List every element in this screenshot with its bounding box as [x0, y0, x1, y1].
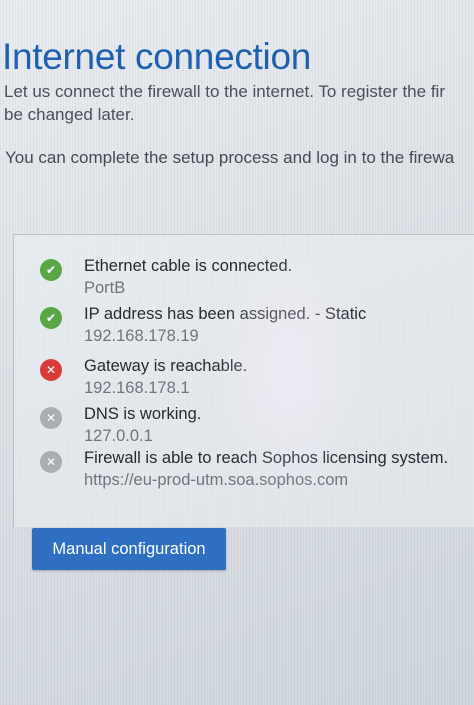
status-check-ip-address: ✔ IP address has been assigned. - Static…: [40, 305, 474, 353]
check-detail: https://eu-prod-utm.soa.sophos.com: [84, 471, 349, 489]
status-check-dns: ✕ DNS is working. 127.0.0.1: [40, 405, 474, 453]
x-icon: ✕: [40, 407, 62, 429]
setup-instructions: You can complete the setup process and l…: [5, 148, 455, 167]
intro-line-1: Let us connect the firewall to the inter…: [4, 82, 445, 101]
check-label: Firewall is able to reach Sophos licensi…: [84, 449, 449, 467]
check-detail: 127.0.0.1: [84, 427, 153, 445]
check-icon: ✔: [40, 307, 62, 329]
manual-configuration-button[interactable]: Manual configuration: [32, 528, 226, 570]
check-label: Gateway is reachable.: [84, 357, 248, 375]
connection-status-panel: ✔ Ethernet cable is connected. PortB ✔ I…: [13, 234, 474, 527]
check-label: IP address has been assigned. - Static: [84, 305, 367, 323]
setup-page: Internet connection Let us connect the f…: [0, 0, 474, 705]
check-detail: 192.168.178.1: [84, 379, 190, 397]
check-detail: 192.168.178.19: [84, 327, 199, 345]
status-check-licensing: ✕ Firewall is able to reach Sophos licen…: [40, 449, 474, 497]
intro-line-2: be changed later.: [4, 105, 135, 124]
x-icon: ✕: [40, 359, 62, 381]
check-icon: ✔: [40, 259, 62, 281]
check-detail: PortB: [84, 279, 126, 297]
page-title: Internet connection: [2, 36, 312, 77]
check-label: Ethernet cable is connected.: [84, 257, 293, 275]
x-icon: ✕: [40, 451, 62, 473]
status-check-ethernet: ✔ Ethernet cable is connected. PortB: [40, 257, 474, 305]
status-check-gateway: ✕ Gateway is reachable. 192.168.178.1: [40, 357, 474, 405]
check-label: DNS is working.: [84, 405, 202, 423]
intro-text: Let us connect the firewall to the inter…: [4, 80, 474, 126]
